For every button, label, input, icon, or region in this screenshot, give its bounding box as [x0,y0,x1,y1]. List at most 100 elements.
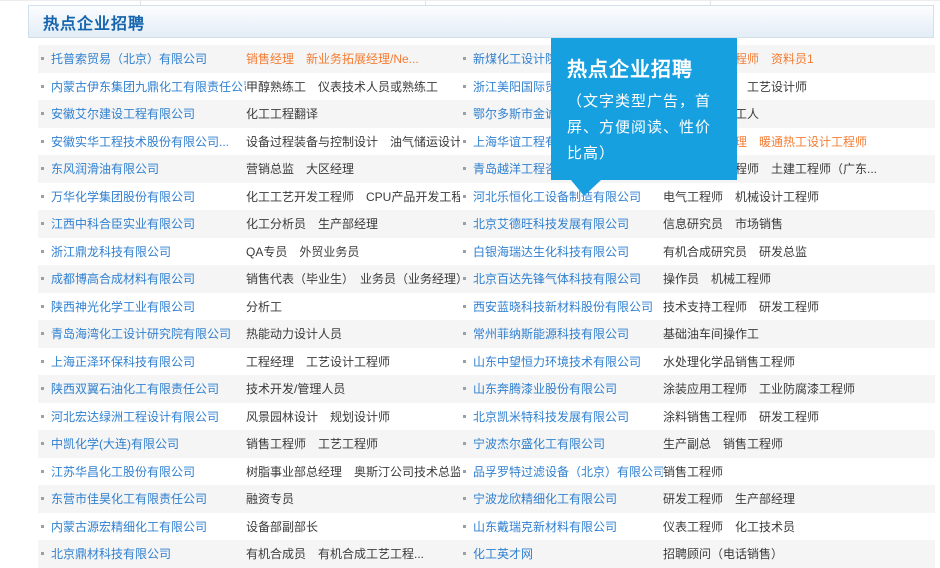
list-row: 江苏华昌化工股份有限公司 树脂事业部总经理 奥斯汀公司技术总监 品孚罗特过滤设备… [38,458,935,486]
job-links[interactable]: 销售工程师 [663,463,723,480]
company-link[interactable]: 山东中望恒力环境技术有限公司 [473,353,663,370]
company-link[interactable]: 西安蓝晓科技新材料股份有限公司 [473,298,663,315]
bullet-icon [463,442,466,446]
job-links[interactable]: 基础油车间操作工 [663,325,759,342]
company-link[interactable]: 中凯化学(大连)有限公司 [51,435,246,452]
company-link[interactable]: 山东奔腾漆业股份有限公司 [473,380,663,397]
list-cell-right: 宁波杰尔盛化工有限公司 生产副总 销售工程师 [460,435,935,452]
list-cell-left: 江苏华昌化工股份有限公司 树脂事业部总经理 奥斯汀公司技术总监 [38,463,460,480]
job-links[interactable]: 技术支持工程师 研发工程师 [663,298,819,315]
company-link[interactable]: 托普索贸易（北京）有限公司 [51,50,246,67]
job-links[interactable]: 化工分析员 生产部经理 [246,215,378,232]
job-links[interactable]: 树脂事业部总经理 奥斯汀公司技术总监 [246,463,460,480]
job-links[interactable]: 涂料销售工程师 研发工程师 [663,408,819,425]
list-row: 青岛海湾化工设计研究院有限公司 热能动力设计人员 常州菲纳斯能源科技有限公司 基… [38,320,935,348]
list-cell-left: 安徽艾尔建设工程有限公司 化工工程翻译 [38,105,460,122]
job-links[interactable]: 仪表工程师 化工技术员 [663,518,795,535]
bullet-icon [463,497,466,501]
company-link[interactable]: 宁波龙欣精细化工有限公司 [473,490,663,507]
job-links[interactable]: 有机合成员 有机合成工艺工程... [246,545,424,562]
list-cell-right: 白银海瑞达生化科技有限公司 有机合成研究员 研发总监 [460,243,935,260]
list-cell-right: 山东中望恒力环境技术有限公司 水处理化学品销售工程师 [460,353,935,370]
company-link[interactable]: 宁波杰尔盛化工有限公司 [473,435,663,452]
job-links[interactable]: 有机合成研究员 研发总监 [663,243,807,260]
list-row: 北京鼎材科技有限公司 有机合成员 有机合成工艺工程... 化工英才网 招聘顾问（… [38,540,935,568]
company-link[interactable]: 安徽艾尔建设工程有限公司 [51,105,246,122]
bullet-icon [41,249,44,253]
company-link[interactable]: 江苏华昌化工股份有限公司 [51,463,246,480]
job-links[interactable]: 招聘顾问（电话销售） [663,545,783,562]
bullet-icon [41,139,44,143]
bullet-icon [463,222,466,226]
job-links[interactable]: 分析工 [246,298,282,315]
company-link[interactable]: 河北乐恒化工设备制造有限公司 [473,188,663,205]
job-links[interactable]: 化工工程翻译 [246,105,318,122]
bullet-icon [463,414,466,418]
job-links[interactable]: QA专员 外贸业务员 [246,243,359,260]
job-links[interactable]: 销售经理 新业务拓展经理/Ne... [246,50,419,67]
job-links[interactable]: 热能动力设计人员 [246,325,342,342]
company-link[interactable]: 山东戴瑞克新材料有限公司 [473,518,663,535]
company-link[interactable]: 成都博高合成材料有限公司 [51,270,246,287]
job-links[interactable]: 营销总监 大区经理 [246,160,354,177]
list-cell-right: 北京艾德旺科技发展有限公司 信息研究员 市场销售 [460,215,935,232]
company-link[interactable]: 江西中科合臣实业有限公司 [51,215,246,232]
company-link[interactable]: 青岛海湾化工设计研究院有限公司 [51,325,246,342]
company-link[interactable]: 陕西神光化学工业有限公司 [51,298,246,315]
job-links[interactable]: 设备部副部长 [246,518,318,535]
job-links[interactable]: 销售工程师 工艺工程师 [246,435,378,452]
job-links[interactable]: 销售代表（毕业生） 业务员（业务经理） [246,270,460,287]
company-link[interactable]: 内蒙古源宏精细化工有限公司 [51,518,246,535]
job-links[interactable]: 操作员 机械工程师 [663,270,771,287]
job-links[interactable]: 技术开发/管理人员 [246,380,345,397]
list-cell-right: 常州菲纳斯能源科技有限公司 基础油车间操作工 [460,325,935,342]
company-link[interactable]: 东风润滑油有限公司 [51,160,246,177]
job-links[interactable]: 设备过程装备与控制设计 油气储运设计 [246,133,460,150]
list-cell-left: 安徽实华工程技术股份有限公司... 设备过程装备与控制设计 油气储运设计 [38,133,460,150]
company-link[interactable]: 东营市佳昊化工有限责任公司 [51,490,246,507]
company-link[interactable]: 上海正泽环保科技有限公司 [51,353,246,370]
job-links[interactable]: 风景园林设计 规划设计师 [246,408,390,425]
company-link[interactable]: 北京百达先锋气体科技有限公司 [473,270,663,287]
ad-callout: 热点企业招聘 （文字类型广告，首屏、方便阅读、性价比高） [551,38,737,196]
list-row: 内蒙古伊东集团九鼎化工有限责任公司 甲醇熟练工 仪表技术人员或熟练工 浙江美阳国… [38,73,935,101]
company-link[interactable]: 常州菲纳斯能源科技有限公司 [473,325,663,342]
list-row: 东风润滑油有限公司 营销总监 大区经理 青岛越洋工程咨询有限公司 电气自动化工程… [38,155,935,183]
bullet-icon [463,277,466,281]
company-link[interactable]: 北京艾德旺科技发展有限公司 [473,215,663,232]
job-links[interactable]: 涂装应用工程师 工业防腐漆工程师 [663,380,855,397]
job-links[interactable]: 生产副总 销售工程师 [663,435,783,452]
job-links[interactable]: 水处理化学品销售工程师 [663,353,795,370]
bullet-icon [463,57,466,61]
job-links[interactable]: 研发工程师 生产部经理 [663,490,795,507]
list-row: 成都博高合成材料有限公司 销售代表（毕业生） 业务员（业务经理） 北京百达先锋气… [38,265,935,293]
job-links[interactable]: 工程经理 工艺设计工程师 [246,353,390,370]
company-link[interactable]: 陕西双翼石油化工有限责任公司 [51,380,246,397]
ad-callout-body: （文字类型广告，首屏、方便阅读、性价比高） [567,93,712,162]
bullet-icon [41,84,44,88]
company-link[interactable]: 河北宏达绿洲工程设计有限公司 [51,408,246,425]
company-link[interactable]: 北京凯米特科技发展有限公司 [473,408,663,425]
job-links[interactable]: 电气工程师 机械设计工程师 [663,188,819,205]
company-link[interactable]: 白银海瑞达生化科技有限公司 [473,243,663,260]
bullet-icon [41,387,44,391]
company-link[interactable]: 浙江鼎龙科技有限公司 [51,243,246,260]
job-links[interactable]: 信息研究员 市场销售 [663,215,783,232]
bullet-icon [463,387,466,391]
company-link[interactable]: 品孚罗特过滤设备（北京）有限公司 [473,463,663,480]
list-cell-right: 品孚罗特过滤设备（北京）有限公司 销售工程师 [460,463,935,480]
company-link[interactable]: 内蒙古伊东集团九鼎化工有限责任公司 [51,78,246,95]
list-row: 江西中科合臣实业有限公司 化工分析员 生产部经理 北京艾德旺科技发展有限公司 信… [38,210,935,238]
bullet-icon [41,167,44,171]
company-link[interactable]: 化工英才网 [473,545,663,562]
company-link[interactable]: 北京鼎材科技有限公司 [51,545,246,562]
list-row: 托普索贸易（北京）有限公司 销售经理 新业务拓展经理/Ne... 新煤化工设计院… [38,45,935,73]
job-links[interactable]: 甲醇熟练工 仪表技术人员或熟练工 [246,78,438,95]
job-links[interactable]: 融资专员 [246,490,294,507]
list-row: 浙江鼎龙科技有限公司 QA专员 外贸业务员 白银海瑞达生化科技有限公司 有机合成… [38,238,935,266]
company-link[interactable]: 安徽实华工程技术股份有限公司... [51,133,246,150]
list-cell-right: 河北乐恒化工设备制造有限公司 电气工程师 机械设计工程师 [460,188,935,205]
company-link[interactable]: 万华化学集团股份有限公司 [51,188,246,205]
bullet-icon [41,359,44,363]
job-links[interactable]: 化工工艺开发工程师 CPU产品开发工程师 [246,188,460,205]
